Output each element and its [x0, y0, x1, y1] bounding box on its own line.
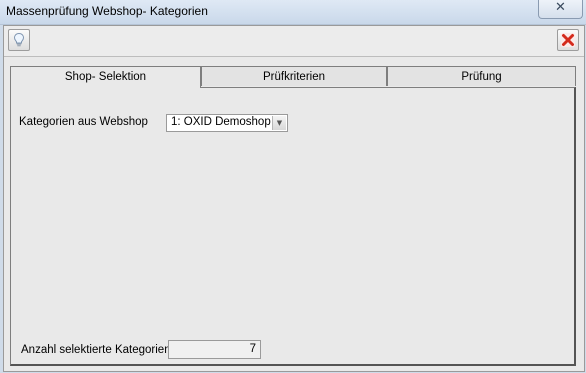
window-close-button[interactable]: ✕	[538, 0, 583, 19]
tab-pruefung[interactable]: Prüfung	[387, 66, 576, 86]
dialog-client-area: Shop- Selektion Prüfkriterien Prüfung Ka…	[3, 25, 585, 372]
tab-pruefkriterien[interactable]: Prüfkriterien	[201, 66, 387, 86]
chevron-down-icon[interactable]: ▼	[272, 116, 286, 130]
selected-categories-count-label: Anzahl selektierte Kategorien	[21, 344, 171, 356]
tab-control: Shop- Selektion Prüfkriterien Prüfung Ka…	[10, 66, 576, 366]
tab-label: Prüfkriterien	[263, 71, 325, 83]
close-icon: ✕	[555, 0, 566, 15]
red-x-icon	[561, 33, 575, 47]
title-bar: Massenprüfung Webshop- Kategorien ✕	[0, 0, 586, 25]
shop-select-value: 1: OXID Demoshop	[171, 116, 271, 128]
close-dialog-button[interactable]	[557, 29, 579, 51]
info-button[interactable]	[8, 29, 30, 51]
window-title: Massenprüfung Webshop- Kategorien	[6, 4, 208, 18]
tab-shop-selektion[interactable]: Shop- Selektion	[10, 66, 201, 88]
tab-label: Shop- Selektion	[64, 71, 147, 83]
categories-from-shop-label: Kategorien aus Webshop	[19, 116, 148, 128]
selected-categories-count-field: 7	[168, 340, 261, 359]
tab-panel-shop-selektion: Kategorien aus Webshop 1: OXID Demoshop …	[10, 87, 576, 366]
toolbar	[4, 26, 584, 57]
lightbulb-icon	[13, 32, 25, 47]
shop-select[interactable]: 1: OXID Demoshop ▼	[166, 114, 288, 132]
tab-label: Prüfung	[461, 71, 502, 83]
